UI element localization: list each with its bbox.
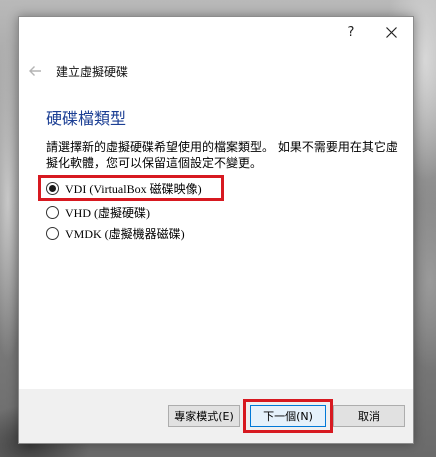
help-button[interactable]: ? [331,17,371,47]
radio-button-unchecked[interactable] [46,226,59,240]
radio-label-vhd[interactable]: VHD (虛擬硬碟) [65,204,150,221]
radio-option-vmdk[interactable]: VMDK (虛擬機器磁碟) [46,224,185,242]
back-arrow-icon [29,66,41,76]
radio-button-checked[interactable] [46,181,59,195]
title-bar: ? [19,17,413,47]
wizard-header: 建立虛擬硬碟 [19,57,413,85]
cancel-button[interactable]: 取消 [333,405,405,427]
wizard-title: 建立虛擬硬碟 [56,65,129,79]
help-label: ? [347,24,355,40]
button-bar: 專家模式(E) 下一個(N) 取消 [19,389,413,443]
back-button[interactable] [27,63,43,79]
next-button[interactable]: 下一個(N) [250,405,326,427]
radio-label-vdi[interactable]: VDI (VirtualBox 磁碟映像) [65,180,202,197]
page-description: 請選擇新的虛擬硬碟希望使用的檔案類型。 如果不需要用在其它虛擬化軟體，您可以保留… [46,140,398,170]
create-virtual-hard-disk-dialog: ? 建立虛擬硬碟 硬碟檔類型 請選擇新的虛擬硬碟希望使用的檔案類型。 如果不需要… [18,16,414,444]
page-title: 硬碟檔類型 [46,109,127,128]
expert-mode-button[interactable]: 專家模式(E) [168,405,240,427]
close-button[interactable] [371,17,411,47]
radio-option-vdi[interactable]: VDI (VirtualBox 磁碟映像) [46,179,202,197]
radio-option-vhd[interactable]: VHD (虛擬硬碟) [46,203,150,221]
radio-button-unchecked[interactable] [46,205,59,219]
close-icon [385,26,397,38]
radio-label-vmdk[interactable]: VMDK (虛擬機器磁碟) [65,225,185,242]
